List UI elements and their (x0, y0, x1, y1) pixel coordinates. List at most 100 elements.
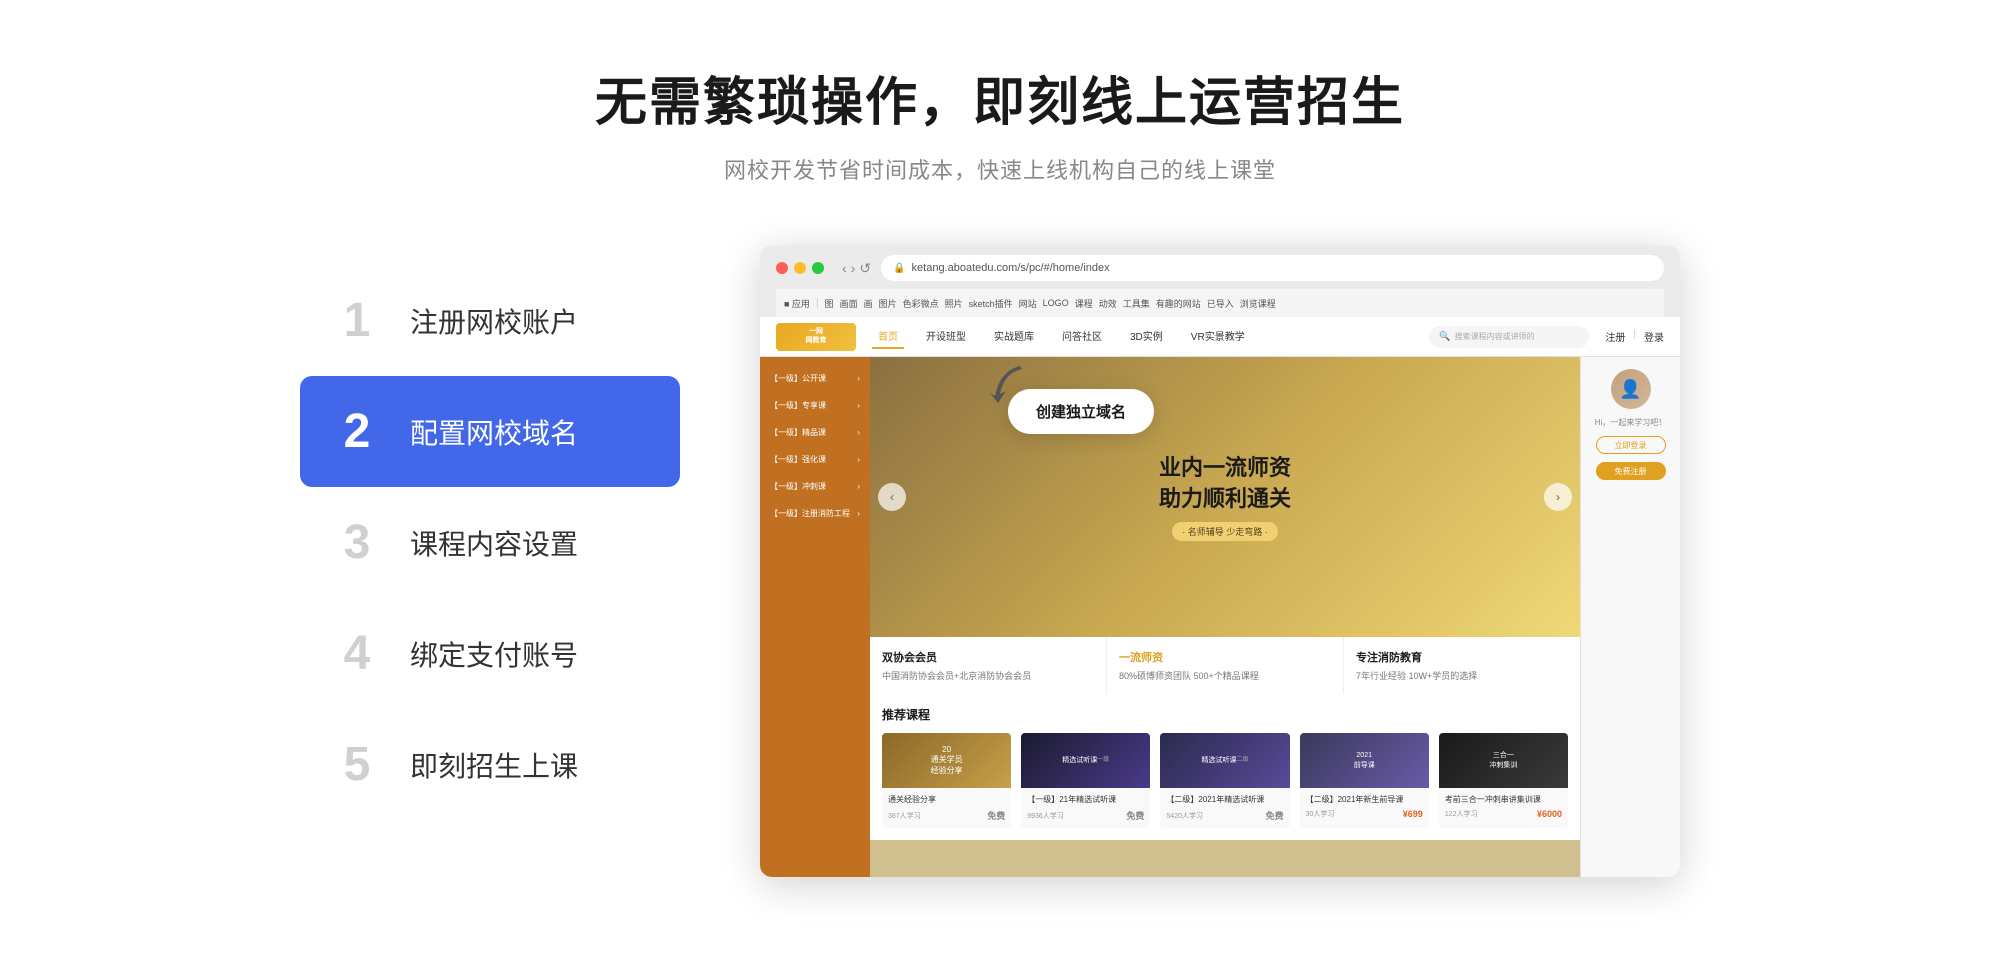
site-nav-community[interactable]: 问答社区 (1056, 324, 1108, 349)
site-nav: 首页 开设班型 实战题库 问答社区 3D实例 VR实景教学 (872, 324, 1413, 349)
course-meta-5: 122人学习 ¥6000 (1445, 809, 1562, 819)
course-meta-3: 5420人学习 免费 (1166, 809, 1283, 822)
site-search[interactable]: 🔍 搜索课程内容或讲师的 (1429, 326, 1589, 348)
browser-dots (776, 262, 824, 274)
course-name-2: 【一级】21年精选试听课 (1027, 794, 1144, 805)
feature-desc-3: 7年行业经验 10W+学员的选择 (1356, 669, 1568, 682)
course-students-1: 387人学习 (888, 811, 921, 821)
browser-chrome: ‹ › ↺ 🔒 ketang.aboatedu.com/s/pc/#/home/… (760, 245, 1680, 317)
sidebar-cat-2[interactable]: 【一级】专享课 › (760, 392, 870, 419)
step-item-3[interactable]: 3 课程内容设置 (300, 487, 680, 598)
course-card-2[interactable]: 精选试听课一级 【一级】21年精选试听课 9936人学习 免费 (1021, 733, 1150, 828)
toolbar-item: LOGO (1043, 298, 1069, 308)
hero-prev-button[interactable]: ‹ (878, 483, 906, 511)
forward-button[interactable]: › (851, 260, 856, 277)
profile-greeting: Hi，一起来学习吧！ (1595, 417, 1667, 428)
toolbar-item: 网站 (1019, 297, 1037, 310)
feature-card-1: 双协会会员 中国消防协会会员+北京消防协会会员 (870, 637, 1107, 694)
site-nav-home[interactable]: 首页 (872, 324, 904, 349)
course-price-4: ¥699 (1403, 809, 1423, 819)
course-info-3: 【二级】2021年精选试听课 5420人学习 免费 (1160, 788, 1289, 828)
site-auth: 注册 | 登录 (1605, 329, 1664, 344)
course-thumb-1: 20通关学员经验分享 (882, 733, 1011, 788)
course-students-2: 9936人学习 (1027, 811, 1064, 821)
course-card-1[interactable]: 20通关学员经验分享 通关经验分享 387人学习 免费 (882, 733, 1011, 828)
toolbar-item: 画面 (840, 297, 858, 310)
course-price-1: 免费 (987, 809, 1005, 822)
courses-title: 推荐课程 (882, 706, 1568, 723)
sidebar-cat-1[interactable]: 【一级】公开课 › (760, 365, 870, 392)
feature-cards: 双协会会员 中国消防协会会员+北京消防协会会员 一流师资 80%硕博师资团队 5… (870, 637, 1580, 694)
hero-next-button[interactable]: › (1544, 483, 1572, 511)
step-label-2: 配置网校域名 (410, 412, 578, 452)
chevron-right-icon: › (857, 509, 860, 518)
site-profile: 👤 Hi，一起来学习吧！ 立即登录 免费注册 (1580, 357, 1680, 877)
course-thumb-2: 精选试听课一级 (1021, 733, 1150, 788)
course-students-3: 5420人学习 (1166, 811, 1203, 821)
browser-top-bar: ‹ › ↺ 🔒 ketang.aboatedu.com/s/pc/#/home/… (776, 255, 1664, 281)
step-label-3: 课程内容设置 (410, 523, 578, 563)
course-card-5[interactable]: 三合一冲刺集训 考前三合一冲刺串讲集训课 122人学习 ¥6000 (1439, 733, 1568, 828)
search-icon: 🔍 (1439, 331, 1450, 342)
course-name-5: 考前三合一冲刺串讲集训课 (1445, 794, 1562, 805)
hero-title: 业内一流师资助力顺利通关 (1159, 453, 1291, 515)
step-number-3: 3 (332, 515, 382, 570)
toolbar-item: 画 (864, 297, 873, 310)
feature-title-1: 双协会会员 (882, 649, 1094, 665)
profile-login-button[interactable]: 立即登录 (1596, 436, 1666, 454)
profile-register-button[interactable]: 免费注册 (1596, 462, 1666, 480)
browser-toolbar: ■ 应用 | 图 画面 画 图片 色彩微点 照片 sketch插件 网站 LOG… (776, 289, 1664, 317)
feature-card-3: 专注消防教育 7年行业经验 10W+学员的选择 (1344, 637, 1580, 694)
toolbar-item: 课程 (1075, 297, 1093, 310)
feature-title-3: 专注消防教育 (1356, 649, 1568, 665)
course-name-4: 【二级】2021年新生前导课 (1306, 794, 1423, 805)
step-item-5[interactable]: 5 即刻招生上课 (300, 709, 680, 820)
address-bar[interactable]: 🔒 ketang.aboatedu.com/s/pc/#/home/index (881, 255, 1664, 281)
sidebar-cat-5[interactable]: 【一级】冲刺课 › (760, 473, 870, 500)
site-logo: 一网网教育 (776, 323, 856, 351)
hero-text: 业内一流师资助力顺利通关 · 名师辅导 少走弯路 · (1159, 453, 1291, 542)
course-meta-4: 30人学习 ¥699 (1306, 809, 1423, 819)
toolbar-item: 浏览课程 (1240, 297, 1276, 310)
back-button[interactable]: ‹ (842, 260, 847, 277)
step-item-2[interactable]: 2 配置网校域名 (300, 376, 680, 487)
toolbar-item: 有趣的网站 (1156, 297, 1201, 310)
website-content: 一网网教育 首页 开设班型 实战题库 问答社区 3D实例 VR实景教学 🔍 搜索… (760, 317, 1680, 877)
address-text: ketang.aboatedu.com/s/pc/#/home/index (912, 262, 1110, 274)
toolbar-item: ■ 应用 (784, 297, 810, 310)
site-nav-courses[interactable]: 开设班型 (920, 324, 972, 349)
lock-icon: 🔒 (893, 263, 905, 274)
sidebar-cat-3[interactable]: 【一级】精品课 › (760, 419, 870, 446)
chevron-right-icon: › (857, 374, 860, 383)
course-price-3: 免费 (1266, 809, 1284, 822)
site-nav-3d[interactable]: 3D实例 (1124, 324, 1169, 349)
refresh-button[interactable]: ↺ (859, 260, 871, 277)
step-item-1[interactable]: 1 注册网校账户 (300, 265, 680, 376)
site-nav-practice[interactable]: 实战题库 (988, 324, 1040, 349)
step-number-5: 5 (332, 737, 382, 792)
site-nav-vr[interactable]: VR实景教学 (1185, 324, 1251, 349)
course-info-2: 【一级】21年精选试听课 9936人学习 免费 (1021, 788, 1150, 828)
site-header: 一网网教育 首页 开设班型 实战题库 问答社区 3D实例 VR实景教学 🔍 搜索… (760, 317, 1680, 357)
site-sidebar: 【一级】公开课 › 【一级】专享课 › 【一级】精品课 › 【一级】强化课 (760, 357, 870, 877)
toolbar-item: 图片 (879, 297, 897, 310)
feature-desc-2: 80%硕博师资团队 500+个精品课程 (1119, 669, 1331, 682)
page-title: 无需繁琐操作，即刻线上运营招生 (595, 60, 1405, 135)
course-card-4[interactable]: 2021前导课 【二级】2021年新生前导课 30人学习 ¥699 (1300, 733, 1429, 828)
toolbar-item: sketch插件 (969, 297, 1013, 310)
courses-grid: 20通关学员经验分享 通关经验分享 387人学习 免费 (882, 733, 1568, 828)
register-link[interactable]: 注册 (1605, 329, 1625, 344)
chevron-right-icon: › (857, 401, 860, 410)
hero-banner: 业内一流师资助力顺利通关 · 名师辅导 少走弯路 · ‹ › (870, 357, 1580, 637)
login-link[interactable]: 登录 (1644, 329, 1664, 344)
browser-screenshot: ‹ › ↺ 🔒 ketang.aboatedu.com/s/pc/#/home/… (760, 245, 1680, 877)
toolbar-item: 照片 (945, 297, 963, 310)
course-card-3[interactable]: 精选试听课二级 【二级】2021年精选试听课 5420人学习 免费 (1160, 733, 1289, 828)
courses-section: 推荐课程 20通关学员经验分享 通关经验分享 387人学习 免费 (870, 694, 1580, 840)
step-number-2: 2 (332, 404, 382, 459)
content-area: 1 注册网校账户 2 配置网校域名 3 课程内容设置 4 绑定支付账号 5 即刻… (300, 245, 1700, 877)
sidebar-cat-6[interactable]: 【一级】注册消防工程 › (760, 500, 870, 527)
sidebar-cat-4[interactable]: 【一级】强化课 › (760, 446, 870, 473)
step-item-4[interactable]: 4 绑定支付账号 (300, 598, 680, 709)
steps-panel: 1 注册网校账户 2 配置网校域名 3 课程内容设置 4 绑定支付账号 5 即刻… (300, 245, 680, 820)
